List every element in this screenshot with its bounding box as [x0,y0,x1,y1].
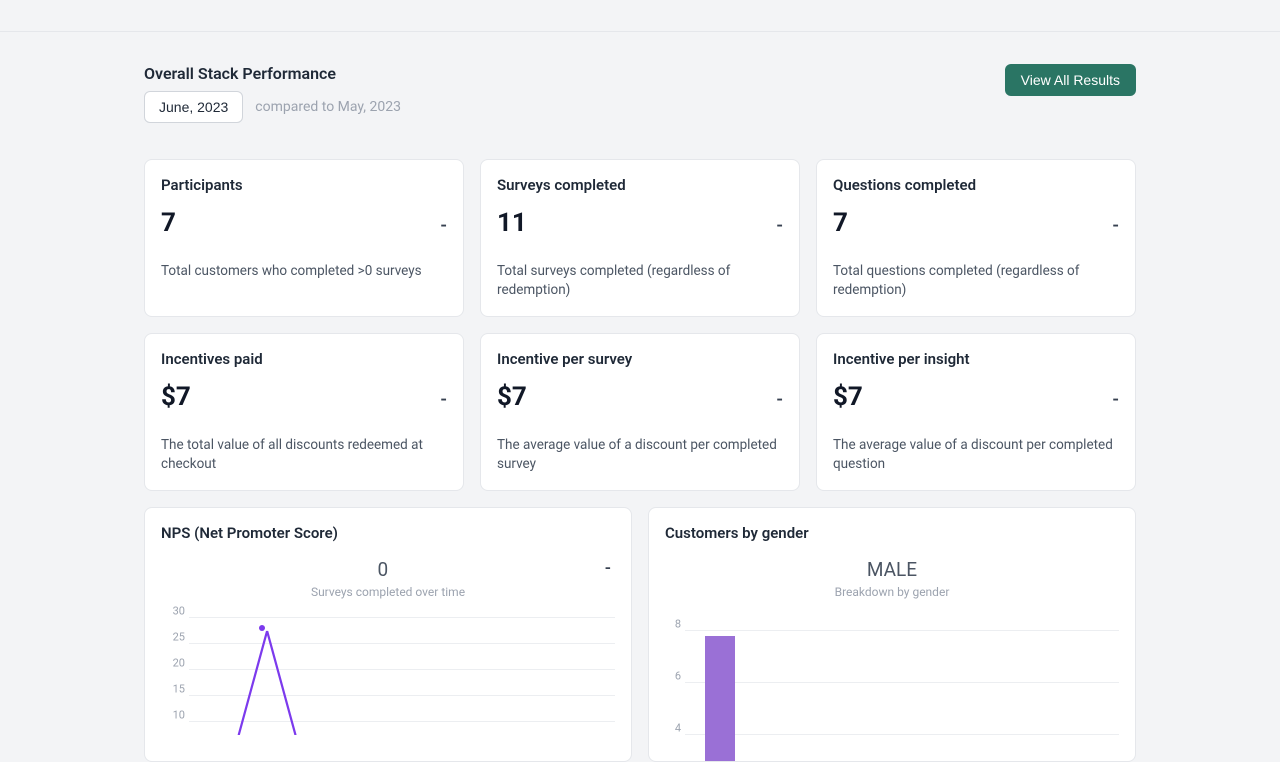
nps-chart-header: 0 - [161,558,615,581]
metric-desc: The total value of all discounts redeeme… [161,436,447,474]
page-title: Overall Stack Performance [144,64,401,83]
topbar [0,0,1280,32]
metric-desc: Total questions completed (regardless of… [833,262,1119,300]
metric-delta: - [776,389,783,410]
y-tick: 4 [665,722,681,735]
period-row: June, 2023 compared to May, 2023 [144,91,401,123]
compared-text: compared to May, 2023 [255,99,401,115]
nps-chart-title: NPS (Net Promoter Score) [161,524,615,542]
metric-title: Questions completed [833,176,1119,194]
metric-title: Participants [161,176,447,194]
gender-chart-area: 8 6 4 [665,605,1119,761]
nps-chart-area: 30 25 20 15 10 [161,605,615,735]
metrics-row-1: Participants 7 - Total customers who com… [144,159,1136,317]
metric-delta: - [440,389,447,410]
metric-desc: Total customers who completed >0 surveys [161,262,447,281]
metric-desc: The average value of a discount per comp… [497,436,783,474]
metric-value: $7 [161,382,191,412]
nps-subtitle: Surveys completed over time [161,585,615,599]
title-block: Overall Stack Performance June, 2023 com… [144,64,401,151]
metric-delta: - [440,215,447,236]
gender-subtitle: Breakdown by gender [665,585,1119,599]
charts-row: NPS (Net Promoter Score) 0 - Surveys com… [144,507,1136,762]
gender-bar-male [705,636,735,761]
metric-card-participants: Participants 7 - Total customers who com… [144,159,464,317]
gender-plot [685,605,1119,761]
metrics-row-2: Incentives paid $7 - The total value of … [144,333,1136,491]
gender-chart-title: Customers by gender [665,524,1119,542]
metric-card-surveys-completed: Surveys completed 11 - Total surveys com… [480,159,800,317]
metric-row: 11 - [497,208,783,238]
main-container: Overall Stack Performance June, 2023 com… [144,32,1136,762]
header-row: Overall Stack Performance June, 2023 com… [144,64,1136,151]
metric-row: $7 - [833,382,1119,412]
gender-headline-value: MALE [867,558,917,581]
metric-desc: The average value of a discount per comp… [833,436,1119,474]
nps-headline-delta: - [605,558,611,578]
nps-chart-card: NPS (Net Promoter Score) 0 - Surveys com… [144,507,632,762]
metric-value: $7 [833,382,863,412]
metric-title: Surveys completed [497,176,783,194]
metric-value: 11 [497,208,527,238]
metric-title: Incentive per insight [833,350,1119,368]
metric-delta: - [776,215,783,236]
nps-line-svg [189,605,615,735]
y-tick: 15 [161,683,185,696]
metric-card-incentives-paid: Incentives paid $7 - The total value of … [144,333,464,491]
period-select[interactable]: June, 2023 [144,91,243,123]
metric-card-incentive-per-insight: Incentive per insight $7 - The average v… [816,333,1136,491]
metric-row: 7 - [161,208,447,238]
metric-value: 7 [161,208,176,238]
metric-card-incentive-per-survey: Incentive per survey $7 - The average va… [480,333,800,491]
metric-row: 7 - [833,208,1119,238]
metric-card-questions-completed: Questions completed 7 - Total questions … [816,159,1136,317]
view-all-results-button[interactable]: View All Results [1005,64,1136,96]
y-tick: 25 [161,631,185,644]
nps-plot [189,605,615,735]
metric-value: $7 [497,382,527,412]
y-tick: 6 [665,670,681,683]
metric-delta: - [1112,389,1119,410]
gender-chart-header: MALE [665,558,1119,581]
metric-desc: Total surveys completed (regardless of r… [497,262,783,300]
nps-line [239,631,296,735]
y-tick: 30 [161,605,185,618]
nps-data-point [259,625,265,631]
gender-chart-card: Customers by gender MALE Breakdown by ge… [648,507,1136,762]
metric-value: 7 [833,208,848,238]
nps-headline-value: 0 [378,558,389,581]
metric-title: Incentives paid [161,350,447,368]
metric-delta: - [1112,215,1119,236]
metric-row: $7 - [161,382,447,412]
y-tick: 8 [665,618,681,631]
y-tick: 20 [161,657,185,670]
metric-title: Incentive per survey [497,350,783,368]
metric-row: $7 - [497,382,783,412]
